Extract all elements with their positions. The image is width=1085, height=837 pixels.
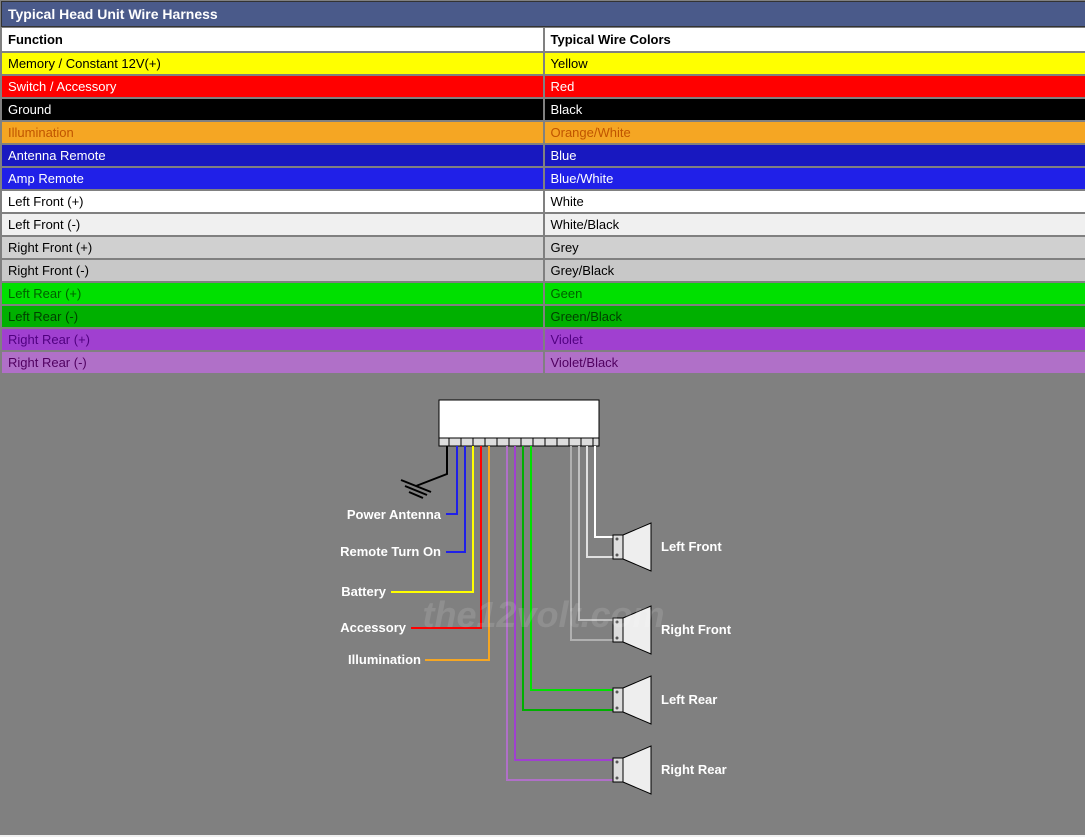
cell-color: White/Black (544, 213, 1085, 236)
table-row: Left Front (+)White (1, 190, 1085, 213)
speaker-icon-lf (613, 523, 651, 571)
wire-rr-plus (515, 446, 613, 760)
label-lr: Left Rear (661, 692, 717, 707)
label-rr: Right Rear (661, 762, 727, 777)
header-colors: Typical Wire Colors (544, 27, 1085, 52)
label-rf: Right Front (661, 622, 732, 637)
table-row: Amp RemoteBlue/White (1, 167, 1085, 190)
table-row: Left Rear (-)Green/Black (1, 305, 1085, 328)
cell-function: Memory / Constant 12V(+) (1, 52, 544, 75)
table-row: Right Front (-)Grey/Black (1, 259, 1085, 282)
cell-color: Green/Black (544, 305, 1085, 328)
cell-function: Amp Remote (1, 167, 544, 190)
speaker-icon-rr (613, 746, 651, 794)
cell-color: Yellow (544, 52, 1085, 75)
table-row: GroundBlack (1, 98, 1085, 121)
wire-rf-minus (571, 446, 613, 640)
cell-function: Right Rear (-) (1, 351, 544, 374)
cell-function: Switch / Accessory (1, 75, 544, 98)
table-row: Switch / AccessoryRed (1, 75, 1085, 98)
title-bar: Typical Head Unit Wire Harness (1, 1, 1085, 27)
table-row: Right Rear (+)Violet (1, 328, 1085, 351)
table-row: Memory / Constant 12V(+)Yellow (1, 52, 1085, 75)
connector-body (439, 400, 599, 438)
cell-color: Blue/White (544, 167, 1085, 190)
cell-function: Antenna Remote (1, 144, 544, 167)
cell-color: Geen (544, 282, 1085, 305)
cell-color: White (544, 190, 1085, 213)
connector-pins (439, 438, 599, 446)
speaker-icon-lr (613, 676, 651, 724)
cell-function: Right Rear (+) (1, 328, 544, 351)
cell-function: Left Front (+) (1, 190, 544, 213)
rows-container: Memory / Constant 12V(+)YellowSwitch / A… (1, 52, 1085, 374)
cell-color: Orange/White (544, 121, 1085, 144)
table-row: Left Front (-)White/Black (1, 213, 1085, 236)
table-row: IlluminationOrange/White (1, 121, 1085, 144)
header-function: Function (1, 27, 544, 52)
speaker-icon-rf (613, 606, 651, 654)
cell-color: Violet/Black (544, 351, 1085, 374)
table-row: Right Front (+)Grey (1, 236, 1085, 259)
cell-color: Violet (544, 328, 1085, 351)
header-row: Function Typical Wire Colors (1, 27, 1085, 52)
cell-color: Grey/Black (544, 259, 1085, 282)
wire-remote (446, 446, 465, 552)
cell-function: Right Front (-) (1, 259, 544, 282)
cell-color: Red (544, 75, 1085, 98)
wire-harness-table: Typical Head Unit Wire Harness Function … (0, 0, 1085, 835)
wire-lf-minus (587, 446, 613, 557)
table-row: Left Rear (+)Geen (1, 282, 1085, 305)
cell-function: Left Front (-) (1, 213, 544, 236)
cell-color: Grey (544, 236, 1085, 259)
label-illumination: Illumination (348, 652, 421, 667)
label-remote: Remote Turn On (340, 544, 441, 559)
cell-function: Ground (1, 98, 544, 121)
label-lf: Left Front (661, 539, 722, 554)
cell-function: Right Front (+) (1, 236, 544, 259)
ground-wire (416, 446, 447, 486)
label-accessory: Accessory (340, 620, 407, 635)
wire-lf-plus (595, 446, 613, 537)
cell-function: Illumination (1, 121, 544, 144)
wire-lr-minus (523, 446, 613, 710)
cell-color: Blue (544, 144, 1085, 167)
wiring-diagram: the12volt.com (1, 374, 1085, 834)
table-row: Right Rear (-)Violet/Black (1, 351, 1085, 374)
cell-function: Left Rear (+) (1, 282, 544, 305)
label-battery: Battery (341, 584, 387, 599)
label-power-antenna: Power Antenna (347, 507, 442, 522)
diagram-svg: Power Antenna Remote Turn On Battery Acc… (1, 374, 1085, 834)
cell-color: Black (544, 98, 1085, 121)
cell-function: Left Rear (-) (1, 305, 544, 328)
table-row: Antenna RemoteBlue (1, 144, 1085, 167)
